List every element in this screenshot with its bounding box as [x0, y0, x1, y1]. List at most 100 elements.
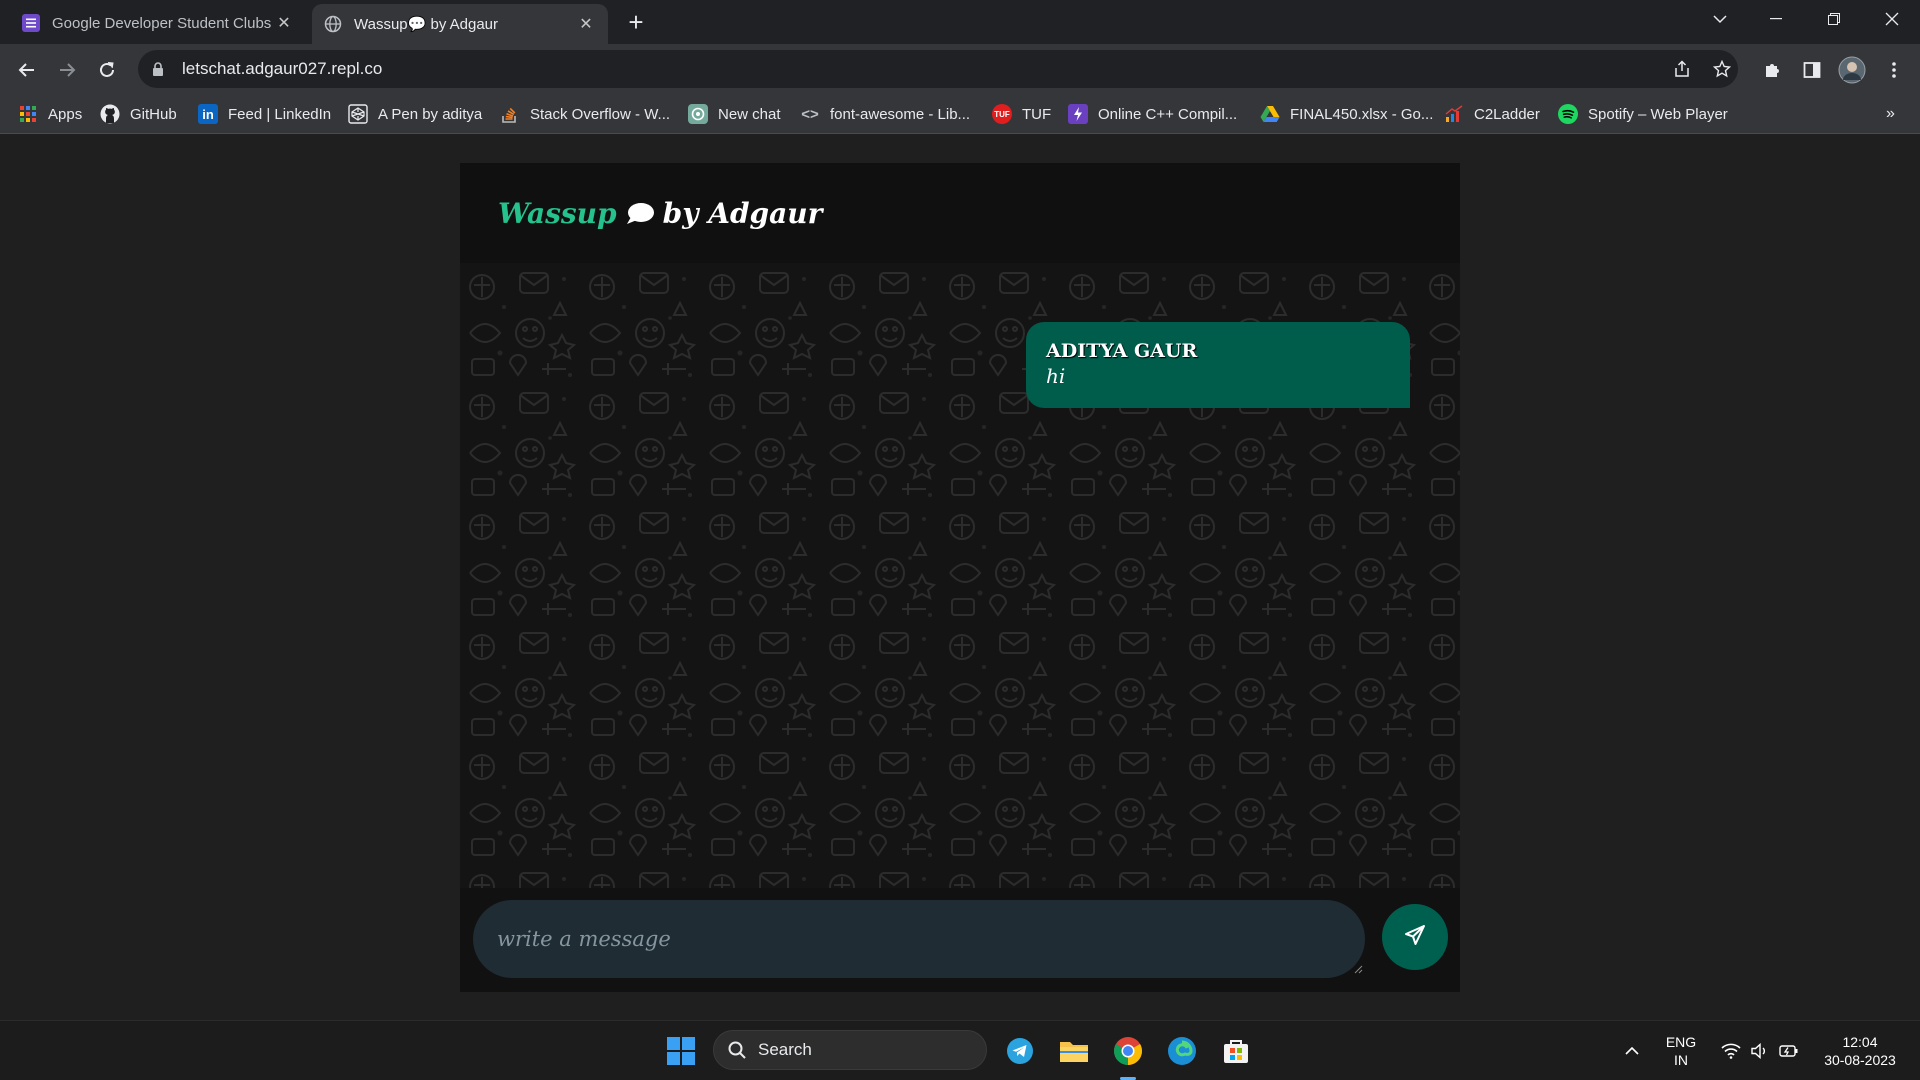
code-brackets-icon: <> — [801, 105, 819, 123]
tab-wassup[interactable]: Wassup💬 by Adgaur ✕ — [312, 4, 608, 44]
bookmark-label: Apps — [48, 105, 83, 123]
bookmark-star-icon[interactable] — [1706, 50, 1738, 88]
bookmark-label: GitHub — [130, 105, 177, 123]
bookmark-tuf[interactable]: TUF TUF — [992, 102, 1051, 126]
windows-start-icon[interactable] — [661, 1031, 701, 1071]
linkedin-icon: in — [198, 104, 218, 124]
search-label: Search — [758, 1040, 812, 1059]
spotify-icon — [1558, 104, 1578, 124]
bookmark-final450[interactable]: FINAL450.xlsx - Go... — [1260, 102, 1433, 126]
wifi-icon — [1721, 1043, 1741, 1059]
tab-close-icon[interactable]: ✕ — [274, 13, 294, 33]
tab-title: Google Developer Student Clubs — [52, 14, 272, 32]
bookmark-font-awesome[interactable]: <> font-awesome - Lib... — [800, 102, 970, 126]
chrome-taskbar-icon[interactable] — [1108, 1031, 1148, 1071]
message-sender: ADITYA GAUR — [1046, 340, 1198, 362]
forward-button[interactable] — [51, 54, 83, 86]
region-code: IN — [1674, 1052, 1688, 1068]
brand-secondary: by Adgaur — [662, 197, 823, 230]
new-tab-button[interactable]: + — [622, 8, 650, 36]
gdsc-favicon-icon — [22, 14, 40, 32]
bookmark-label: FINAL450.xlsx - Go... — [1290, 105, 1434, 123]
minimize-button[interactable] — [1748, 0, 1804, 38]
extensions-puzzle-icon[interactable] — [1756, 54, 1788, 86]
bookmark-c2ladder[interactable]: C2Ladder — [1444, 102, 1540, 126]
bookmark-linkedin[interactable]: in Feed | LinkedIn — [198, 102, 331, 126]
volume-icon — [1751, 1043, 1769, 1059]
language-indicator[interactable]: ENG IN — [1656, 1033, 1706, 1069]
bookmark-label: Online C++ Compil... — [1098, 105, 1238, 123]
bookmarks-bar: Apps GitHub in Feed | LinkedIn A Pen by … — [0, 94, 1920, 134]
chrome-menu-icon[interactable] — [1878, 54, 1910, 86]
close-window-button[interactable] — [1864, 0, 1920, 38]
google-drive-icon — [1260, 104, 1280, 124]
side-panel-icon[interactable] — [1796, 54, 1828, 86]
c2ladder-icon — [1444, 104, 1464, 124]
telegram-icon[interactable] — [1000, 1031, 1040, 1071]
bookmark-label: Stack Overflow - W... — [530, 105, 671, 123]
resize-handle-icon[interactable] — [1353, 964, 1363, 974]
message-input[interactable]: write a message — [473, 900, 1365, 978]
codepen-icon — [348, 104, 368, 124]
share-icon[interactable] — [1666, 50, 1698, 88]
bookmark-label: New chat — [718, 105, 781, 123]
lock-icon — [152, 61, 166, 77]
profile-avatar[interactable] — [1836, 54, 1868, 86]
taskbar-search[interactable]: Search — [713, 1030, 987, 1070]
tab-close-icon[interactable]: ✕ — [576, 14, 596, 34]
bookmark-apps[interactable]: Apps — [18, 102, 82, 126]
restore-button[interactable] — [1806, 0, 1862, 38]
bookmark-label: Feed | LinkedIn — [228, 105, 332, 123]
message-bubble: ADITYA GAUR hi — [1026, 322, 1410, 408]
send-button[interactable] — [1382, 904, 1448, 970]
bookmark-codepen[interactable]: A Pen by aditya — [348, 102, 482, 126]
tab-gdsc[interactable]: Google Developer Student Clubs ✕ — [10, 4, 306, 42]
more-bookmarks-button[interactable]: » — [1886, 102, 1895, 126]
tab-search-chevron-icon[interactable] — [1692, 0, 1748, 38]
clock-time: 12:04 — [1842, 1034, 1878, 1050]
system-tray-quick-settings[interactable] — [1708, 1031, 1812, 1071]
bookmark-label: Spotify – Web Player — [1588, 105, 1728, 123]
page-content: Wassup by Adgaur ADITYA GAUR hi write a … — [0, 134, 1920, 1020]
show-hidden-icons-chevron[interactable] — [1612, 1031, 1652, 1071]
chat-app: Wassup by Adgaur ADITYA GAUR hi write a … — [460, 163, 1460, 992]
file-explorer-icon[interactable] — [1054, 1031, 1094, 1071]
github-icon — [100, 104, 120, 124]
compiler-icon — [1068, 104, 1088, 124]
tab-title: Wassup💬 by Adgaur — [354, 16, 499, 33]
bookmark-label: A Pen by aditya — [378, 105, 483, 123]
send-icon — [1404, 924, 1426, 951]
bookmark-label: TUF — [1022, 105, 1052, 123]
address-bar[interactable]: letschat.adgaur027.repl.co — [138, 50, 1738, 88]
back-button[interactable] — [11, 54, 43, 86]
chatgpt-icon — [688, 104, 708, 124]
tab-strip: Google Developer Student Clubs ✕ Wassup💬… — [0, 0, 1920, 44]
bookmark-cpp-compiler[interactable]: Online C++ Compil... — [1068, 102, 1237, 126]
browser-toolbar: letschat.adgaur027.repl.co — [0, 44, 1920, 94]
chat-area: ADITYA GAUR hi — [460, 263, 1460, 888]
reload-button[interactable] — [91, 54, 123, 86]
app-title: Wassup by Adgaur — [498, 197, 822, 230]
message-composer: write a message — [460, 888, 1460, 992]
battery-icon — [1779, 1043, 1799, 1059]
bookmark-github[interactable]: GitHub — [100, 102, 177, 126]
microsoft-store-icon[interactable] — [1216, 1031, 1256, 1071]
search-icon — [728, 1041, 746, 1059]
app-header: Wassup by Adgaur — [460, 163, 1460, 263]
brand-primary: Wassup — [498, 197, 617, 230]
clock-date: 30-08-2023 — [1824, 1052, 1896, 1068]
speech-bubble-icon — [625, 202, 655, 226]
bookmark-spotify[interactable]: Spotify – Web Player — [1558, 102, 1728, 126]
bookmark-label: C2Ladder — [1474, 105, 1540, 123]
apps-grid-icon — [18, 104, 38, 124]
edge-icon[interactable] — [1162, 1031, 1202, 1071]
bookmark-label: font-awesome - Lib... — [830, 105, 971, 123]
clock[interactable]: 12:04 30-08-2023 — [1810, 1033, 1910, 1069]
bookmark-new-chat[interactable]: New chat — [688, 102, 781, 126]
windows-taskbar: Search ENG IN 12:04 30-08-2023 — [0, 1020, 1920, 1080]
url-text: letschat.adgaur027.repl.co — [182, 59, 383, 78]
globe-icon — [324, 15, 342, 33]
language-code: ENG — [1665, 1034, 1697, 1050]
bookmark-stackoverflow[interactable]: Stack Overflow - W... — [500, 102, 670, 126]
message-text: hi — [1046, 364, 1066, 388]
